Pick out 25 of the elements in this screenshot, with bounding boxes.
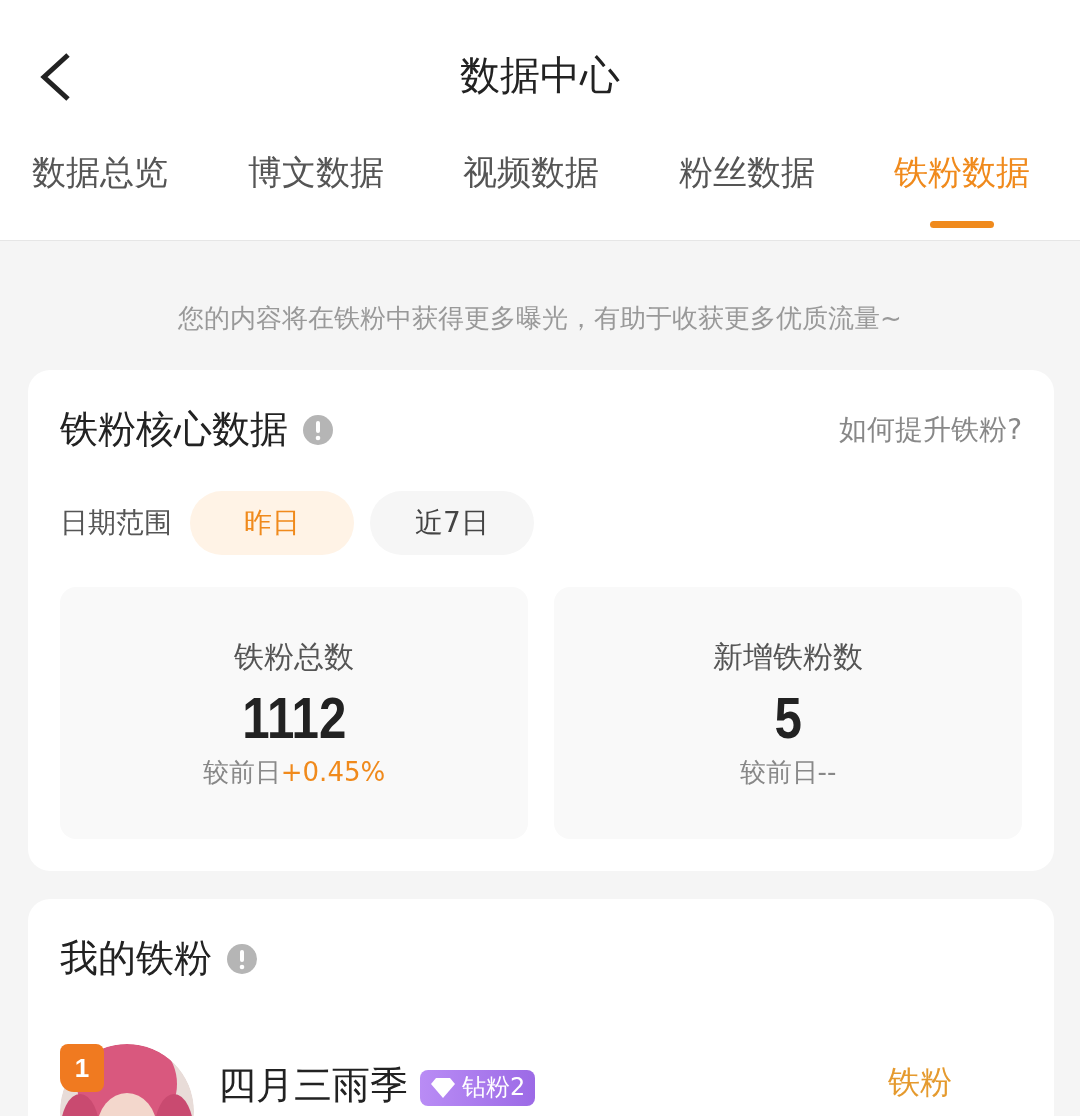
tab-indicator [930, 221, 994, 228]
card-title: 铁粉核心数据 [60, 406, 288, 453]
tab[interactable]: 数据总览 [32, 150, 168, 236]
metric-value: 5 [774, 683, 802, 751]
info-icon[interactable] [226, 942, 258, 975]
fan-level-badge: 钻粉2 [420, 1070, 536, 1106]
metric-label: 铁粉总数 [234, 637, 354, 676]
tab[interactable]: 粉丝数据 [678, 150, 815, 236]
fan-status: 铁粉 [888, 1064, 952, 1101]
metric-value: 1112 [241, 683, 347, 751]
metric-comparison: 较前日+0.45% [202, 755, 386, 789]
tab[interactable]: 博文数据 [247, 150, 384, 236]
back-icon[interactable] [38, 52, 72, 102]
metric-comparison: 较前日-- [739, 755, 837, 789]
rank-badge: 1 [60, 1044, 104, 1092]
info-icon[interactable] [302, 413, 334, 446]
card-title: 我的铁粉 [60, 935, 212, 982]
date-range-label: 日期范围 [60, 505, 172, 541]
date-range-option[interactable]: 近7日 [370, 491, 534, 555]
help-link[interactable]: 如何提升铁粉? [839, 410, 1022, 449]
tab[interactable]: 视频数据 [463, 150, 599, 236]
fan-name: 四月三雨季 [218, 1064, 408, 1108]
metric-label: 新增铁粉数 [713, 637, 863, 676]
notice-text: 您的内容将在铁粉中获得更多曝光，有助于收获更多优质流量~ [177, 302, 903, 335]
page-title: 数据中心 [460, 50, 620, 100]
